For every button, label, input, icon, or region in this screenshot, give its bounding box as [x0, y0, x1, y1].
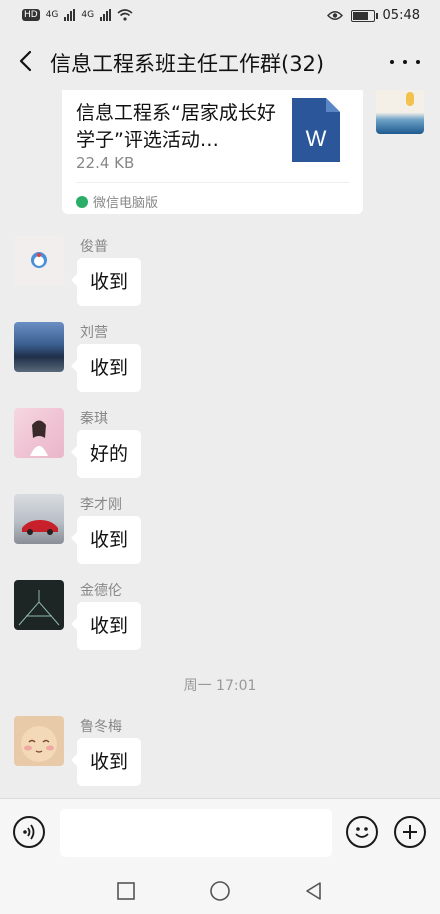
message-item: 金德伦 收到: [0, 580, 440, 650]
avatar[interactable]: [14, 716, 64, 766]
chat-header: 信息工程系班主任工作群(32): [0, 34, 440, 90]
my-avatar[interactable]: [376, 90, 424, 134]
network-label-2: 4G: [81, 10, 95, 20]
signal-icon: [64, 9, 76, 21]
file-source: 微信电脑版: [76, 192, 158, 211]
chat-area[interactable]: 信息工程系“居家成长好学子”评选活动… 22.4 KB W 微信电脑版 俊普 收…: [0, 90, 440, 798]
status-time: 05:48: [382, 8, 420, 23]
hd-icon: HD: [22, 9, 40, 21]
emoji-icon: [355, 827, 369, 838]
more-dot: [403, 60, 407, 64]
sender-name: 秦琪: [80, 411, 108, 427]
more-button[interactable]: [390, 48, 420, 76]
status-left: HD 4G 4G: [22, 9, 133, 21]
message-bubble[interactable]: 收到: [70, 602, 142, 650]
eye-icon: [326, 11, 343, 20]
avatar[interactable]: [14, 408, 64, 458]
wechat-pc-icon: [76, 195, 88, 208]
wifi-icon: [117, 9, 133, 21]
sender-name: 刘营: [80, 325, 108, 341]
network-label-1: 4G: [45, 10, 59, 20]
status-bar: HD 4G 4G 05:48: [0, 0, 440, 34]
input-bar: [0, 798, 440, 867]
plus-circle-icon: [403, 825, 417, 839]
avatar-image: [30, 420, 48, 456]
message-bubble[interactable]: 收到: [70, 516, 142, 564]
file-source-label: 微信电脑版: [93, 196, 159, 211]
avatar[interactable]: [14, 580, 64, 630]
avatar-image: [18, 590, 60, 626]
sender-name: 俊普: [80, 239, 108, 255]
circle-icon[interactable]: [209, 880, 231, 902]
message-bubble[interactable]: 好的: [70, 430, 142, 478]
avatar[interactable]: [14, 236, 64, 286]
emoji-button[interactable]: [346, 816, 378, 848]
message-item: 鲁冬梅 收到: [0, 716, 440, 786]
avatar-image: [21, 726, 57, 762]
chevron-left-icon: [19, 50, 32, 72]
sender-name: 金德伦: [80, 583, 122, 599]
avatar-sun-shape: [406, 92, 414, 106]
status-right: 05:48: [326, 8, 420, 23]
avatar-image: [31, 252, 47, 268]
triangle-back-icon[interactable]: [303, 880, 325, 902]
square-icon[interactable]: [115, 880, 137, 902]
file-message-card[interactable]: 信息工程系“居家成长好学子”评选活动… 22.4 KB W 微信电脑版: [62, 90, 363, 214]
battery-level: [352, 11, 368, 20]
message-bubble[interactable]: 收到: [70, 344, 142, 392]
message-item: 李才刚 收到: [0, 494, 440, 564]
file-name: 信息工程系“居家成长好学子”评选活动…: [76, 102, 276, 151]
add-button[interactable]: [394, 816, 426, 848]
message-item: 刘营 收到: [0, 322, 440, 392]
more-dot: [416, 60, 420, 64]
message-bubble[interactable]: 收到: [70, 738, 142, 786]
message-item: 秦琪 好的: [0, 408, 440, 478]
avatar[interactable]: [14, 494, 64, 544]
chat-title: 信息工程系班主任工作群(32): [50, 52, 325, 76]
file-divider: [76, 182, 349, 183]
voice-icon: [23, 824, 35, 840]
message-bubble[interactable]: 收到: [70, 258, 142, 306]
battery-icon: [350, 9, 378, 22]
system-nav-bar: [0, 866, 440, 914]
avatar[interactable]: [14, 322, 64, 372]
voice-button[interactable]: [13, 816, 45, 848]
more-dots-icon: [390, 60, 394, 64]
signal-icon: [100, 9, 112, 21]
message-input[interactable]: [60, 809, 332, 857]
word-icon-letter: W: [306, 126, 327, 151]
back-button[interactable]: [12, 46, 42, 76]
file-size: 22.4 KB: [76, 154, 135, 172]
sender-name: 鲁冬梅: [80, 719, 122, 735]
word-document-icon: W: [292, 98, 340, 162]
sender-name: 李才刚: [80, 497, 122, 513]
chat-timestamp: 周一 17:01: [183, 678, 257, 694]
avatar-image: [22, 520, 58, 535]
message-item: 俊普 收到: [0, 236, 440, 306]
